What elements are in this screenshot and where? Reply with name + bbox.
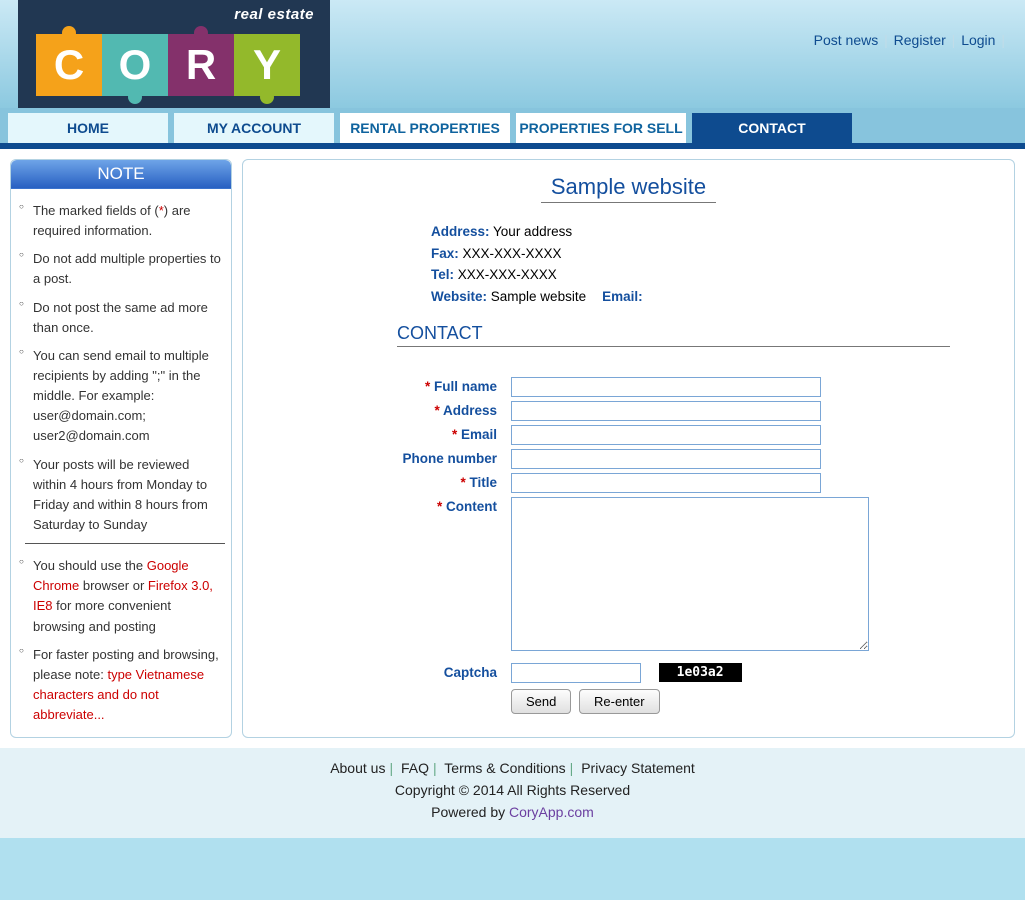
- address-value: Your address: [493, 224, 572, 239]
- contact-info: Address: Your address Fax: XXX-XXX-XXXX …: [431, 221, 990, 307]
- email-input[interactable]: [511, 425, 821, 445]
- coryapp-link[interactable]: CoryApp.com: [509, 804, 594, 820]
- page-title: Sample website: [541, 174, 716, 203]
- main-nav: HOME MY ACCOUNT RENTAL PROPERTIES PROPER…: [8, 113, 1017, 143]
- logo[interactable]: real estate C O R Y: [18, 0, 330, 108]
- tel-value: XXX-XXX-XXXX: [458, 267, 557, 282]
- title-label: * Title: [267, 473, 511, 490]
- address-input[interactable]: [511, 401, 821, 421]
- login-link[interactable]: Login: [961, 32, 995, 48]
- logo-puzzle: C O R Y: [36, 34, 300, 96]
- nav-for-sell[interactable]: PROPERTIES FOR SELL: [516, 113, 686, 143]
- post-news-link[interactable]: Post news: [814, 32, 879, 48]
- captcha-image: 1e03a2: [659, 663, 742, 682]
- footer: About us| FAQ| Terms & Conditions| Priva…: [0, 748, 1025, 838]
- fax-label: Fax:: [431, 246, 459, 261]
- register-link[interactable]: Register: [894, 32, 946, 48]
- captcha-label: Captcha: [267, 663, 511, 680]
- footer-faq[interactable]: FAQ: [401, 760, 429, 776]
- main-panel: Sample website Address: Your address Fax…: [242, 159, 1015, 738]
- section-title: CONTACT: [397, 323, 990, 344]
- email-field-label: * Email: [267, 425, 511, 442]
- top-links: Post news | Register | Login |: [814, 32, 1007, 48]
- nav-my-account[interactable]: MY ACCOUNT: [174, 113, 334, 143]
- footer-privacy[interactable]: Privacy Statement: [581, 760, 695, 776]
- content-textarea[interactable]: [511, 497, 869, 651]
- tel-label: Tel:: [431, 267, 454, 282]
- phone-input[interactable]: [511, 449, 821, 469]
- address-field-label: * Address: [267, 401, 511, 418]
- note-item: Your posts will be reviewed within 4 hou…: [19, 451, 223, 540]
- website-label: Website:: [431, 289, 487, 304]
- sidebar-note: NOTE The marked fields of (*) are requir…: [10, 159, 232, 738]
- note-item: For faster posting and browsing, please …: [19, 641, 223, 730]
- note-item: Do not post the same ad more than once.: [19, 294, 223, 342]
- note-item: Do not add multiple properties to a post…: [19, 245, 223, 293]
- phone-label: Phone number: [267, 449, 511, 466]
- website-value: Sample website: [491, 289, 586, 304]
- title-input[interactable]: [511, 473, 821, 493]
- note-item: The marked fields of (*) are required in…: [19, 197, 223, 245]
- nav-rental[interactable]: RENTAL PROPERTIES: [340, 113, 510, 143]
- reenter-button[interactable]: Re-enter: [579, 689, 660, 714]
- email-label: Email:: [602, 289, 643, 304]
- footer-about[interactable]: About us: [330, 760, 385, 776]
- fax-value: XXX-XXX-XXXX: [463, 246, 562, 261]
- nav-home[interactable]: HOME: [8, 113, 168, 143]
- captcha-input[interactable]: [511, 663, 641, 683]
- fullname-label: * Full name: [267, 377, 511, 394]
- send-button[interactable]: Send: [511, 689, 571, 714]
- note-item: You should use the Google Chrome browser…: [19, 552, 223, 641]
- content-label: * Content: [267, 497, 511, 514]
- sidebar-title: NOTE: [11, 160, 231, 189]
- fullname-input[interactable]: [511, 377, 821, 397]
- copyright: Copyright © 2014 All Rights Reserved: [0, 782, 1025, 798]
- note-item: You can send email to multiple recipient…: [19, 342, 223, 451]
- footer-terms[interactable]: Terms & Conditions: [444, 760, 565, 776]
- logo-subtitle: real estate: [234, 6, 314, 23]
- address-label: Address:: [431, 224, 490, 239]
- nav-contact[interactable]: CONTACT: [692, 113, 852, 143]
